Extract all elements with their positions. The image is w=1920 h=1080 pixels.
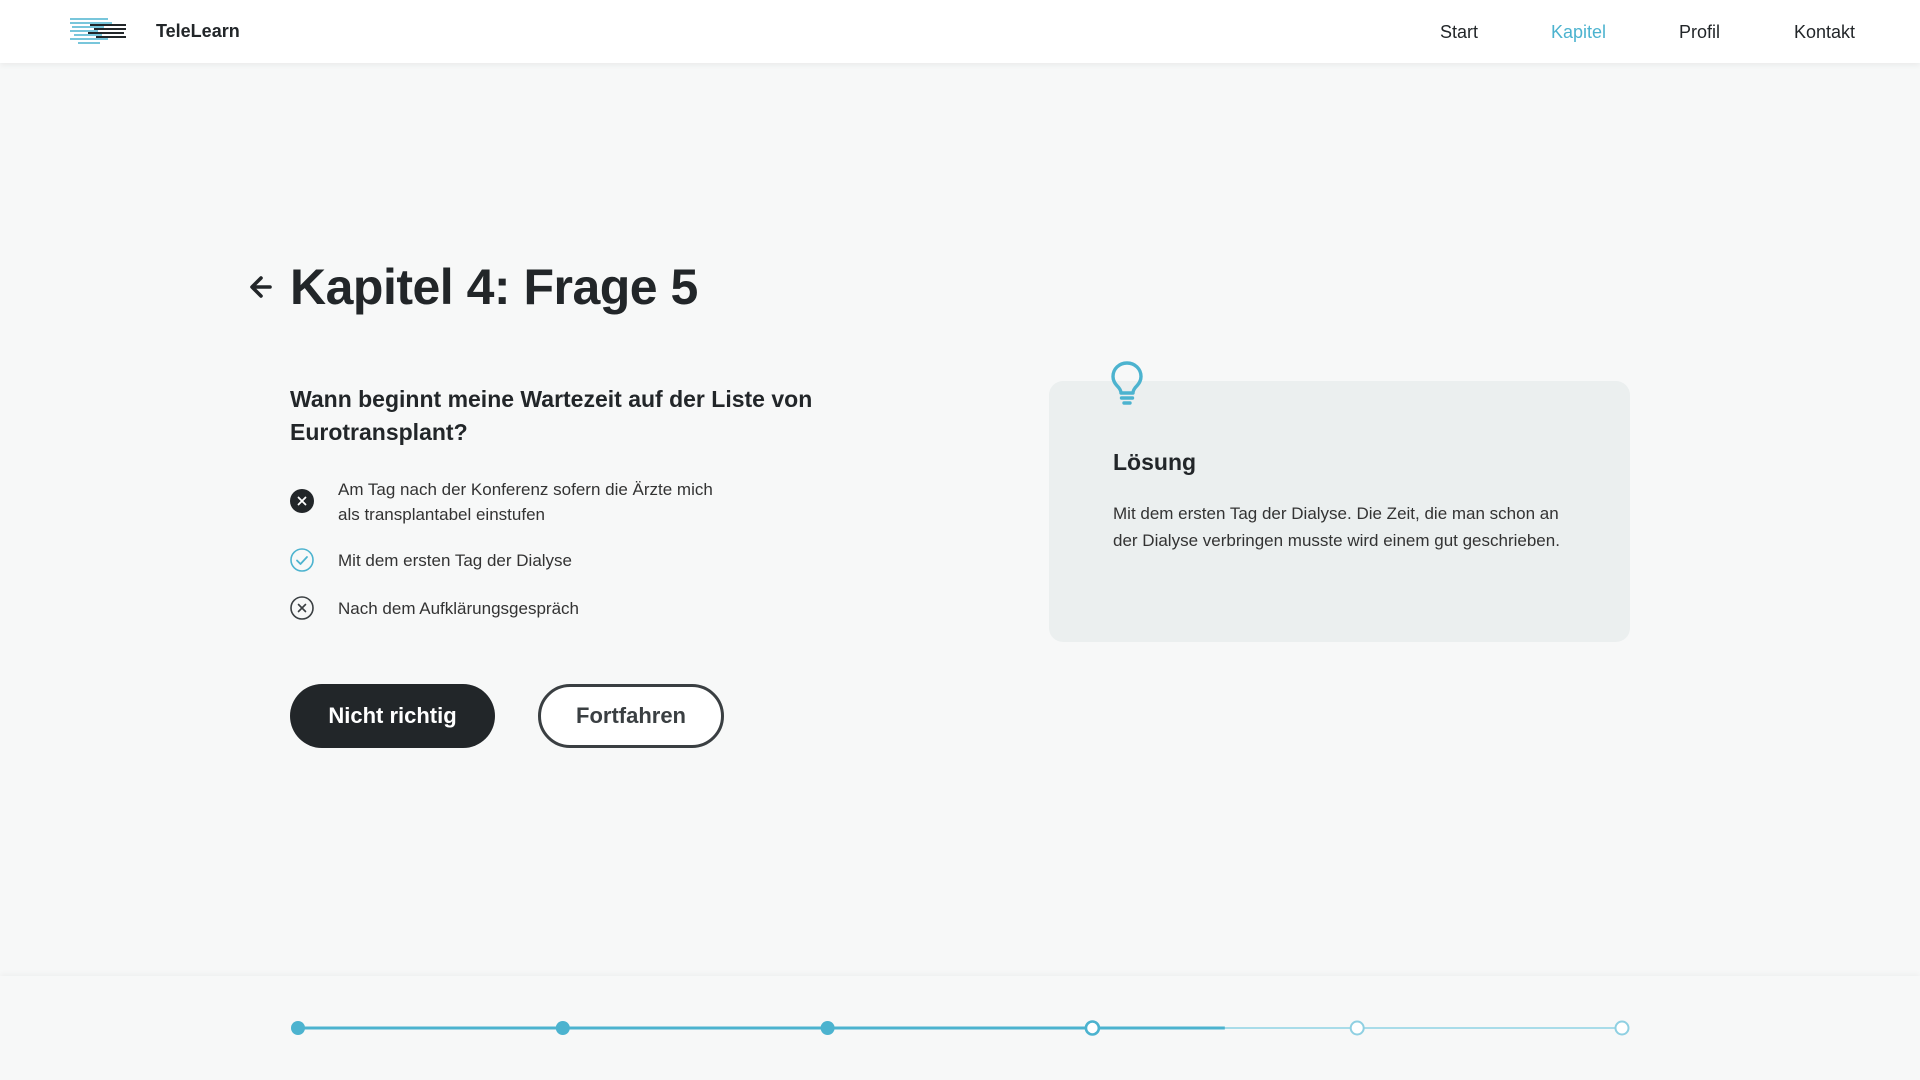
nav-kontakt[interactable]: Kontakt	[1794, 22, 1855, 43]
x-circle-icon	[290, 596, 314, 620]
brand-name[interactable]: TeleLearn	[156, 21, 240, 42]
check-circle-icon	[290, 548, 314, 572]
progress-footer	[0, 976, 1920, 1080]
answer-option[interactable]: Nach dem Aufklärungsgespräch	[290, 596, 718, 621]
progress-step-upcoming[interactable]	[1349, 1020, 1365, 1036]
progress-step-upcoming[interactable]	[1614, 1020, 1630, 1036]
solution-title: Lösung	[1113, 449, 1197, 475]
progress-step-completed[interactable]	[820, 1021, 835, 1035]
continue-button[interactable]: Fortfahren	[538, 684, 724, 748]
question-text: Wann beginnt meine Wartezeit auf der Lis…	[290, 386, 813, 445]
answer-option[interactable]: Mit dem ersten Tag der Dialyse	[290, 548, 718, 573]
progress-stepper	[291, 1020, 1630, 1036]
progress-step-current[interactable]	[1084, 1020, 1101, 1036]
page-title: Kapitel 4: Frage 5	[290, 259, 698, 315]
answer-option[interactable]: Am Tag nach der Konferenz sofern die Ärz…	[290, 477, 718, 527]
answer-label: Nach dem Aufklärungsgespräch	[338, 599, 579, 618]
progress-step-completed[interactable]	[291, 1021, 305, 1035]
progress-step-completed[interactable]	[555, 1021, 570, 1035]
lightbulb-icon	[1111, 361, 1143, 405]
back-arrow-icon[interactable]	[248, 270, 274, 304]
nav-start[interactable]: Start	[1440, 22, 1478, 43]
telelearn-logo-icon[interactable]	[68, 17, 128, 47]
x-filled-icon	[290, 489, 314, 513]
solution-text: Mit dem ersten Tag der Dialyse. Die Zeit…	[1113, 504, 1560, 550]
nav-profil[interactable]: Profil	[1679, 22, 1720, 43]
top-navigation-bar: TeleLearn Start Kapitel Profil Kontakt	[0, 0, 1920, 63]
result-button[interactable]: Nicht richtig	[290, 684, 495, 748]
nav-kapitel[interactable]: Kapitel	[1551, 22, 1606, 43]
answer-label: Am Tag nach der Konferenz sofern die Ärz…	[338, 480, 713, 524]
answer-label: Mit dem ersten Tag der Dialyse	[338, 551, 573, 570]
